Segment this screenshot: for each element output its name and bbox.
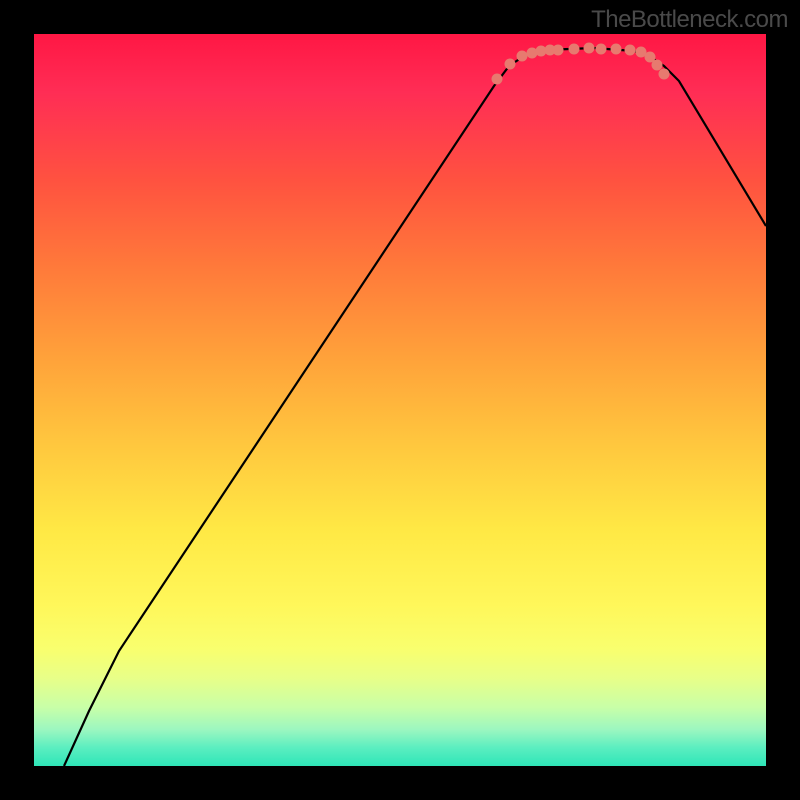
marker-dot: [569, 44, 580, 55]
plot-area: [34, 34, 766, 766]
marker-dot: [584, 43, 595, 54]
marker-dot: [492, 74, 503, 85]
marker-dot: [596, 44, 607, 55]
marker-dot: [505, 59, 516, 70]
marker-dot: [625, 45, 636, 56]
marker-dot: [611, 44, 622, 55]
marker-dot: [652, 60, 663, 71]
chart-svg: [34, 34, 766, 766]
marker-dot: [517, 51, 528, 62]
watermark-text: TheBottleneck.com: [591, 6, 788, 34]
bottleneck-curve: [64, 48, 766, 766]
marker-dot: [659, 69, 670, 80]
marker-dot: [553, 45, 564, 56]
